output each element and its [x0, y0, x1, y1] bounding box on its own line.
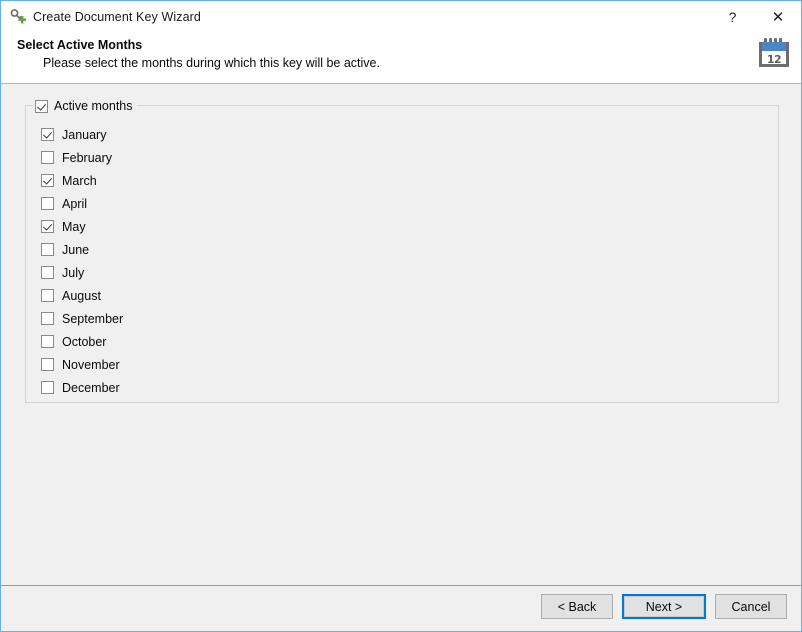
next-button-label: Next > — [624, 596, 704, 617]
list-item-march[interactable]: March — [41, 169, 123, 192]
list-item-february[interactable]: February — [41, 146, 123, 169]
checkbox-february[interactable] — [41, 151, 54, 164]
list-item-november[interactable]: November — [41, 353, 123, 376]
checkbox-april[interactable] — [41, 197, 54, 210]
list-item-october[interactable]: October — [41, 330, 123, 353]
help-button[interactable]: ? — [710, 1, 755, 32]
label-march: March — [62, 173, 97, 188]
checkbox-october[interactable] — [41, 335, 54, 348]
checkbox-january[interactable] — [41, 128, 54, 141]
list-item-may[interactable]: May — [41, 215, 123, 238]
calendar-icon: 12 — [759, 38, 791, 70]
calendar-icon-number: 12 — [766, 52, 782, 66]
label-july: July — [62, 265, 85, 280]
label-april: April — [62, 196, 88, 211]
window-title: Create Document Key Wizard — [33, 9, 201, 24]
label-october: October — [62, 334, 107, 349]
page-title: Select Active Months — [17, 38, 143, 52]
checkbox-june[interactable] — [41, 243, 54, 256]
label-may: May — [62, 219, 86, 234]
active-months-toggle[interactable]: Active months — [33, 98, 137, 114]
close-button[interactable]: ✕ — [755, 1, 801, 32]
next-button[interactable]: Next > — [622, 594, 706, 619]
wizard-footer: < Back Next > Cancel — [1, 585, 801, 631]
checkbox-september[interactable] — [41, 312, 54, 325]
label-february: February — [62, 150, 113, 165]
label-november: November — [62, 357, 120, 372]
back-button[interactable]: < Back — [541, 594, 613, 619]
list-item-june[interactable]: June — [41, 238, 123, 261]
window-controls: ? ✕ — [710, 1, 801, 32]
cancel-button[interactable]: Cancel — [715, 594, 787, 619]
key-add-icon — [9, 8, 27, 26]
wizard-header: Select Active Months Please select the m… — [1, 32, 801, 84]
wizard-window: Create Document Key Wizard ? ✕ Select Ac… — [0, 0, 802, 632]
label-august: August — [62, 288, 101, 303]
checkbox-march[interactable] — [41, 174, 54, 187]
list-item-august[interactable]: August — [41, 284, 123, 307]
checkbox-may[interactable] — [41, 220, 54, 233]
button-bar: < Back Next > Cancel — [541, 594, 787, 619]
label-june: June — [62, 242, 90, 257]
checkbox-july[interactable] — [41, 266, 54, 279]
active-months-label: Active months — [54, 99, 133, 113]
wizard-body: Active months January February March Apr… — [1, 84, 801, 585]
checkbox-december[interactable] — [41, 381, 54, 394]
list-item-april[interactable]: April — [41, 192, 123, 215]
label-january: January — [62, 127, 107, 142]
list-item-july[interactable]: July — [41, 261, 123, 284]
label-december: December — [62, 380, 120, 395]
checkbox-november[interactable] — [41, 358, 54, 371]
list-item-december[interactable]: December — [41, 376, 123, 399]
month-list: January February March April May June Ju… — [41, 123, 123, 399]
list-item-september[interactable]: September — [41, 307, 123, 330]
active-months-checkbox[interactable] — [35, 99, 48, 113]
list-item-january[interactable]: January — [41, 123, 123, 146]
page-subtitle: Please select the months during which th… — [43, 56, 380, 70]
label-september: September — [62, 311, 124, 326]
checkbox-august[interactable] — [41, 289, 54, 302]
title-bar: Create Document Key Wizard ? ✕ — [1, 1, 801, 32]
active-months-groupbox: Active months January February March Apr… — [25, 98, 779, 403]
